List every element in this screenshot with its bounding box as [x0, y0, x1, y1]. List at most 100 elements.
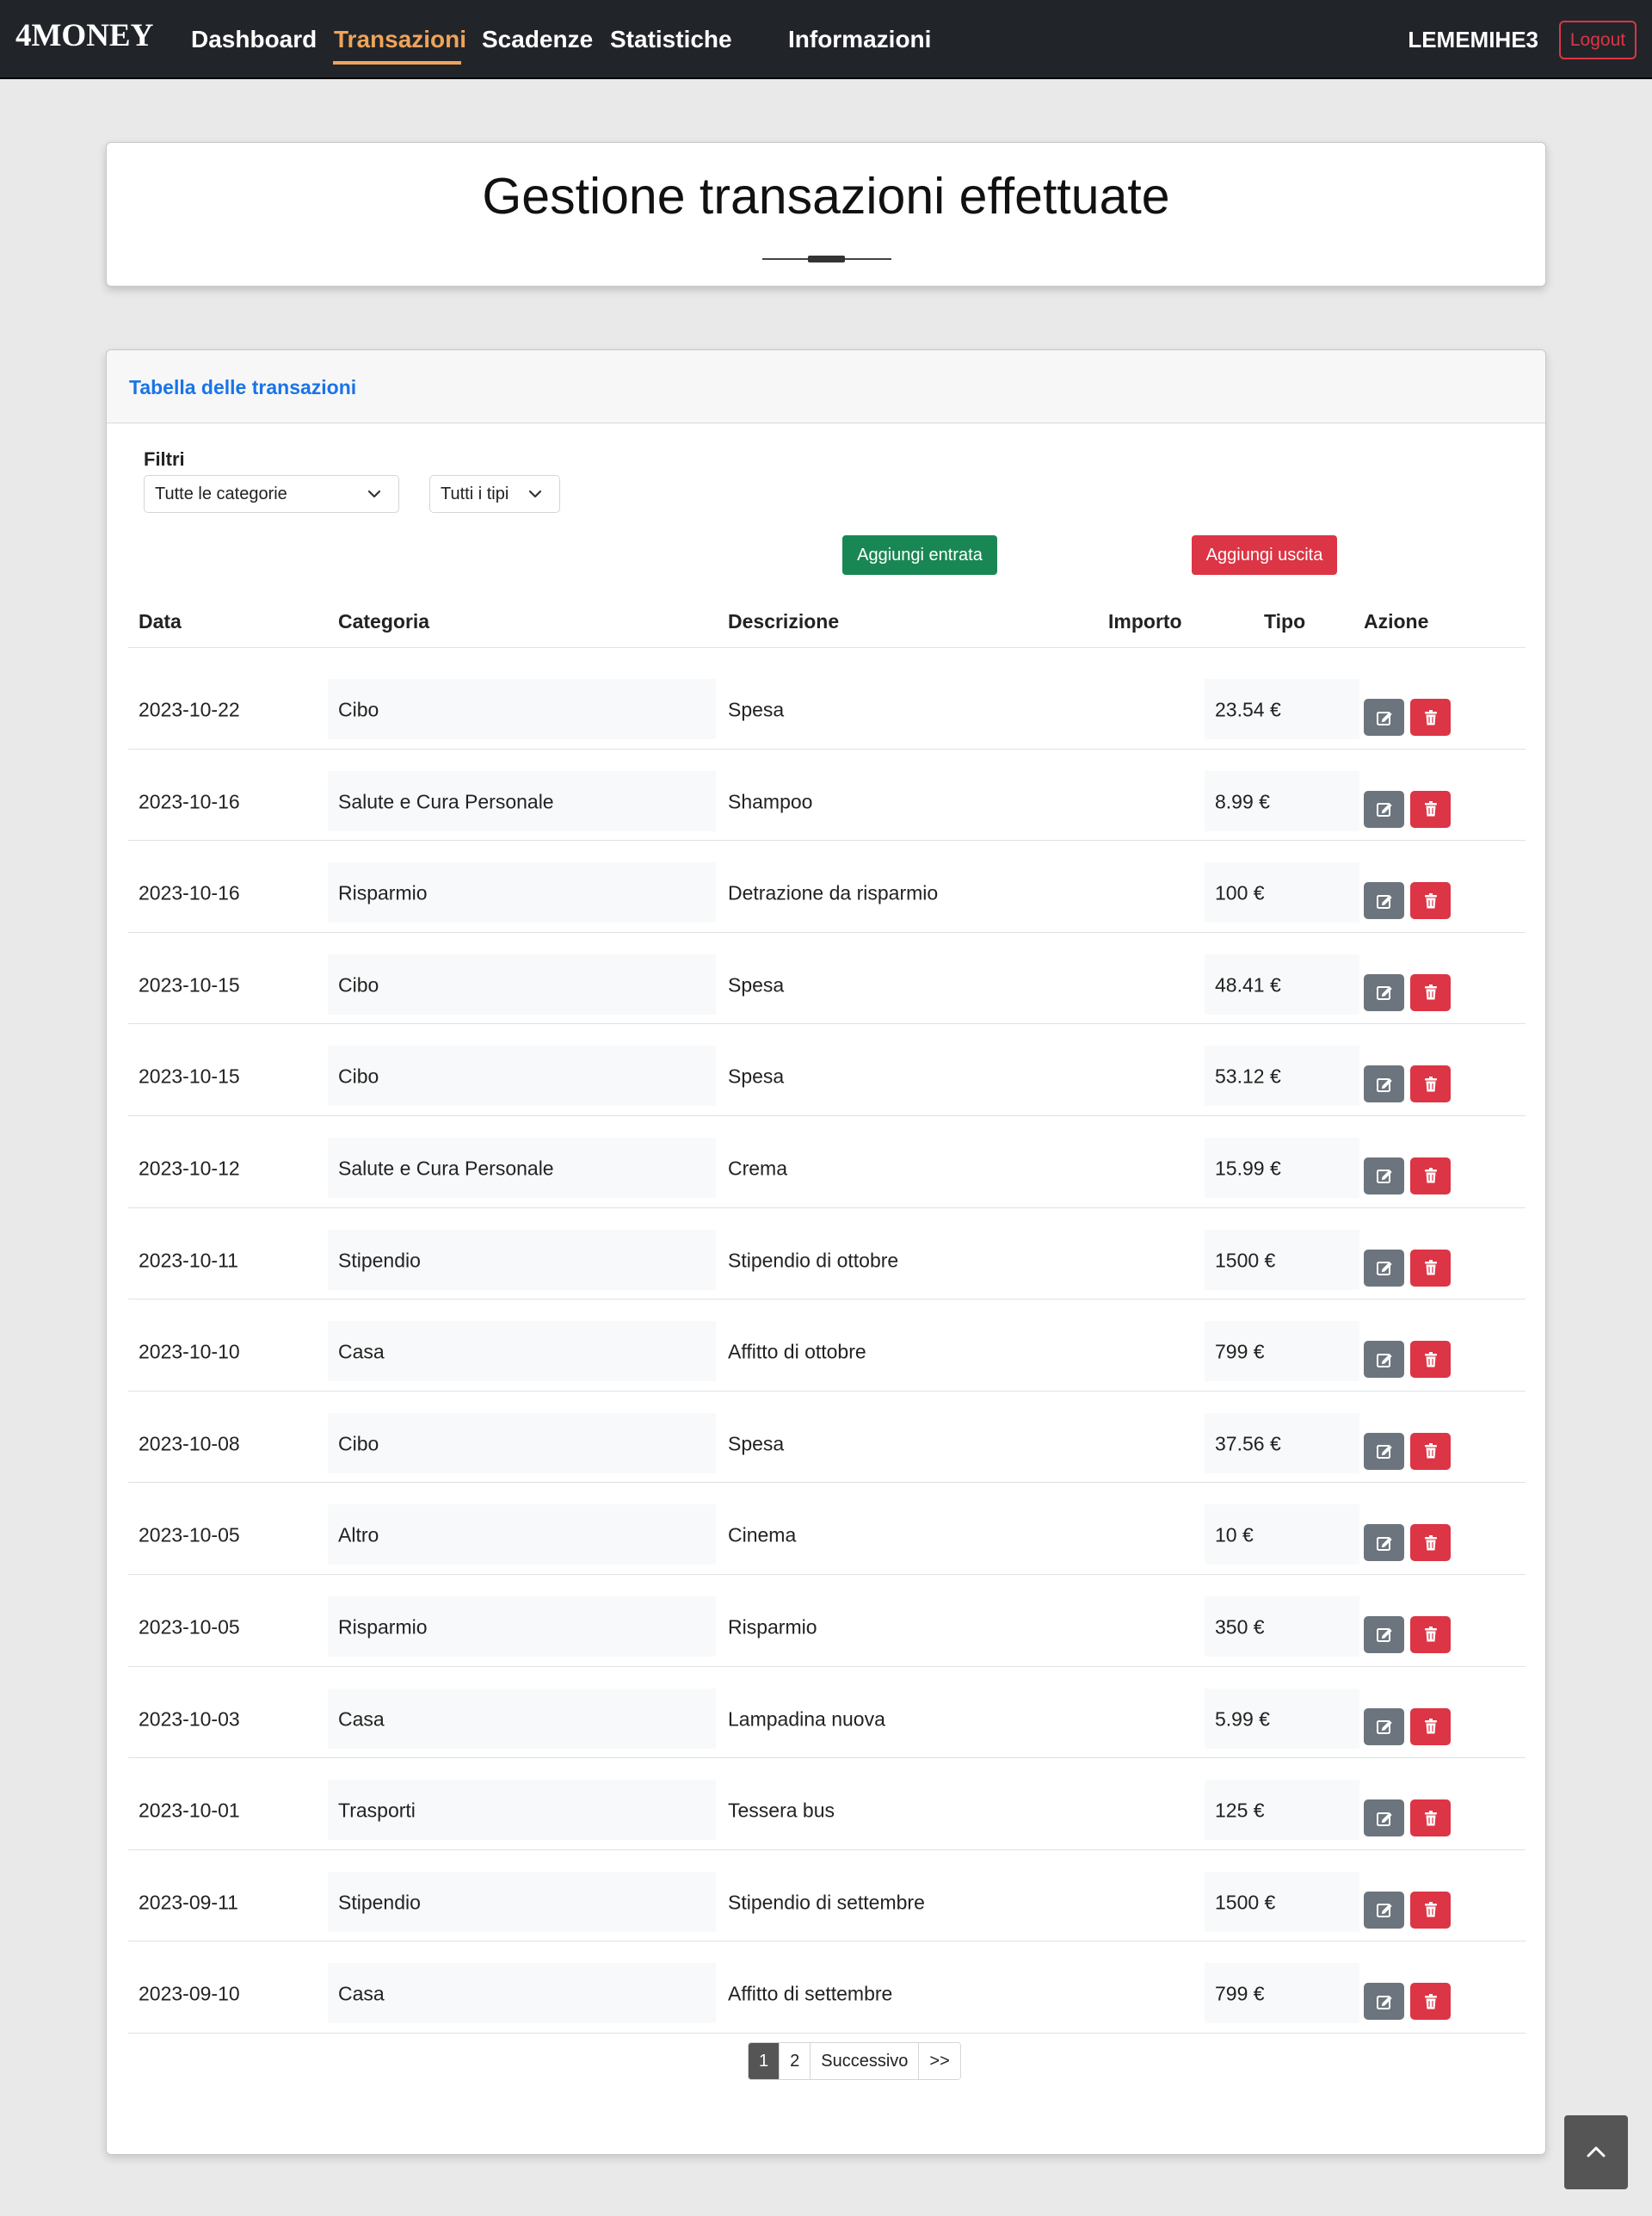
- card-title: Tabella delle transazioni: [129, 376, 357, 398]
- table-row: 2023-10-03 Casa Lampadina nuova 5.99 €: [128, 1667, 1526, 1759]
- category-cell-bg: [328, 1504, 716, 1565]
- edit-button[interactable]: [1364, 1432, 1404, 1470]
- column-header-data: Data: [139, 610, 182, 633]
- table-row: 2023-10-22 Cibo Spesa 23.54 €: [128, 657, 1526, 750]
- delete-button[interactable]: [1410, 882, 1451, 920]
- cell-amount: 48.41 €: [1215, 973, 1281, 997]
- edit-button[interactable]: [1364, 1615, 1404, 1653]
- edit-button[interactable]: [1364, 790, 1404, 828]
- cell-date: 2023-09-10: [139, 1982, 240, 2005]
- delete-button[interactable]: [1410, 1799, 1451, 1837]
- table-row: 2023-10-12 Salute e Cura Personale Crema 15…: [128, 1116, 1526, 1208]
- cell-description: Stipendio di settembre: [728, 1891, 925, 1914]
- edit-button[interactable]: [1364, 1891, 1404, 1929]
- edit-button[interactable]: [1364, 1249, 1404, 1287]
- last-page-button[interactable]: >>: [919, 2043, 960, 2079]
- nav-link-dashboard[interactable]: Dashboard: [191, 26, 317, 53]
- cell-category: Cibo: [338, 973, 379, 997]
- cell-date: 2023-09-11: [139, 1891, 238, 1914]
- delete-button[interactable]: [1410, 1707, 1451, 1745]
- table-row: 2023-10-16 Risparmio Detrazione da risparm…: [128, 841, 1526, 933]
- edit-icon: [1375, 1350, 1394, 1369]
- trash-icon: [1421, 1534, 1440, 1552]
- add-expense-button[interactable]: Aggiungi uscita: [1192, 535, 1337, 575]
- delete-button[interactable]: [1410, 790, 1451, 828]
- card-header: Tabella delle transazioni: [107, 350, 1545, 423]
- cell-date: 2023-10-05: [139, 1615, 240, 1639]
- active-nav-underline: [333, 61, 461, 65]
- delete-button[interactable]: [1410, 1341, 1451, 1379]
- trash-icon: [1421, 892, 1440, 910]
- cell-category: Trasporti: [338, 1799, 416, 1822]
- table-row: 2023-10-10 Casa Affitto di ottobre 799 €: [128, 1299, 1526, 1392]
- chevron-up-icon: [1587, 2146, 1606, 2157]
- edit-icon: [1375, 983, 1394, 1002]
- category-filter-select[interactable]: Tutte le categorie: [144, 475, 399, 513]
- trash-icon: [1421, 1717, 1440, 1736]
- cell-amount: 5.99 €: [1215, 1707, 1270, 1731]
- type-filter-value: Tutti i tipi: [441, 484, 509, 503]
- page-header-card: Gestione transazioni effettuate: [106, 142, 1546, 287]
- type-filter-select[interactable]: Tutti i tipi: [429, 475, 560, 513]
- page-1-button[interactable]: 1: [749, 2043, 780, 2079]
- cell-date: 2023-10-11: [139, 1249, 238, 1272]
- nav-link-scadenze[interactable]: Scadenze: [482, 26, 593, 53]
- edit-icon: [1375, 1809, 1394, 1828]
- category-cell-bg: [328, 1321, 716, 1382]
- cell-description: Tessera bus: [728, 1799, 835, 1822]
- cell-category: Cibo: [338, 1432, 379, 1455]
- edit-button[interactable]: [1364, 1157, 1404, 1194]
- title-divider-accent: [808, 256, 845, 262]
- nav-link-informazioni[interactable]: Informazioni: [788, 26, 931, 53]
- delete-button[interactable]: [1410, 699, 1451, 736]
- table-row: 2023-10-05 Altro Cinema 10 €: [128, 1483, 1526, 1575]
- edit-button[interactable]: [1364, 882, 1404, 920]
- trash-icon: [1421, 1441, 1440, 1460]
- edit-button[interactable]: [1364, 1983, 1404, 2021]
- next-page-button[interactable]: Successivo: [811, 2043, 920, 2079]
- logout-button[interactable]: Logout: [1559, 21, 1637, 59]
- edit-icon: [1375, 1441, 1394, 1460]
- delete-button[interactable]: [1410, 1065, 1451, 1103]
- edit-button[interactable]: [1364, 699, 1404, 736]
- brand-logo[interactable]: 4MONEY: [15, 17, 153, 54]
- cell-date: 2023-10-03: [139, 1707, 240, 1731]
- nav-link-transazioni[interactable]: Transazioni: [334, 26, 466, 53]
- trash-icon: [1421, 708, 1440, 727]
- page-title: Gestione transazioni effettuate: [482, 168, 1170, 225]
- edit-button[interactable]: [1364, 1524, 1404, 1562]
- nav-link-statistiche[interactable]: Statistiche: [610, 26, 732, 53]
- page-2-button[interactable]: 2: [780, 2043, 811, 2079]
- edit-icon: [1375, 1717, 1394, 1736]
- delete-button[interactable]: [1410, 1524, 1451, 1562]
- delete-button[interactable]: [1410, 1615, 1451, 1653]
- table-row: 2023-10-11 Stipendio Stipendio di ottobre 1…: [128, 1208, 1526, 1300]
- delete-button[interactable]: [1410, 1891, 1451, 1929]
- delete-button[interactable]: [1410, 1983, 1451, 2021]
- cell-category: Salute e Cura Personale: [338, 790, 554, 813]
- back-to-top-button[interactable]: [1564, 2115, 1628, 2189]
- edit-button[interactable]: [1364, 1707, 1404, 1745]
- add-income-button[interactable]: Aggiungi entrata: [842, 535, 997, 575]
- delete-button[interactable]: [1410, 1432, 1451, 1470]
- delete-button[interactable]: [1410, 1249, 1451, 1287]
- edit-button[interactable]: [1364, 973, 1404, 1011]
- edit-button[interactable]: [1364, 1341, 1404, 1379]
- delete-button[interactable]: [1410, 973, 1451, 1011]
- cell-description: Crema: [728, 1157, 788, 1180]
- edit-icon: [1375, 708, 1394, 727]
- edit-button[interactable]: [1364, 1065, 1404, 1103]
- trash-icon: [1421, 983, 1440, 1002]
- delete-button[interactable]: [1410, 1157, 1451, 1194]
- cell-amount: 350 €: [1215, 1615, 1265, 1639]
- edit-button[interactable]: [1364, 1799, 1404, 1837]
- trash-icon: [1421, 799, 1440, 818]
- table-row: 2023-10-01 Trasporti Tessera bus 125 €: [128, 1758, 1526, 1850]
- cell-category: Risparmio: [338, 1615, 428, 1639]
- transactions-card: Tabella delle transazioni Filtri Tutte l…: [106, 349, 1546, 2155]
- edit-icon: [1375, 1992, 1394, 2011]
- cell-amount: 1500 €: [1215, 1249, 1276, 1272]
- cell-description: Stipendio di ottobre: [728, 1249, 899, 1272]
- category-cell-bg: [328, 1412, 716, 1473]
- category-cell-bg: [328, 1046, 716, 1107]
